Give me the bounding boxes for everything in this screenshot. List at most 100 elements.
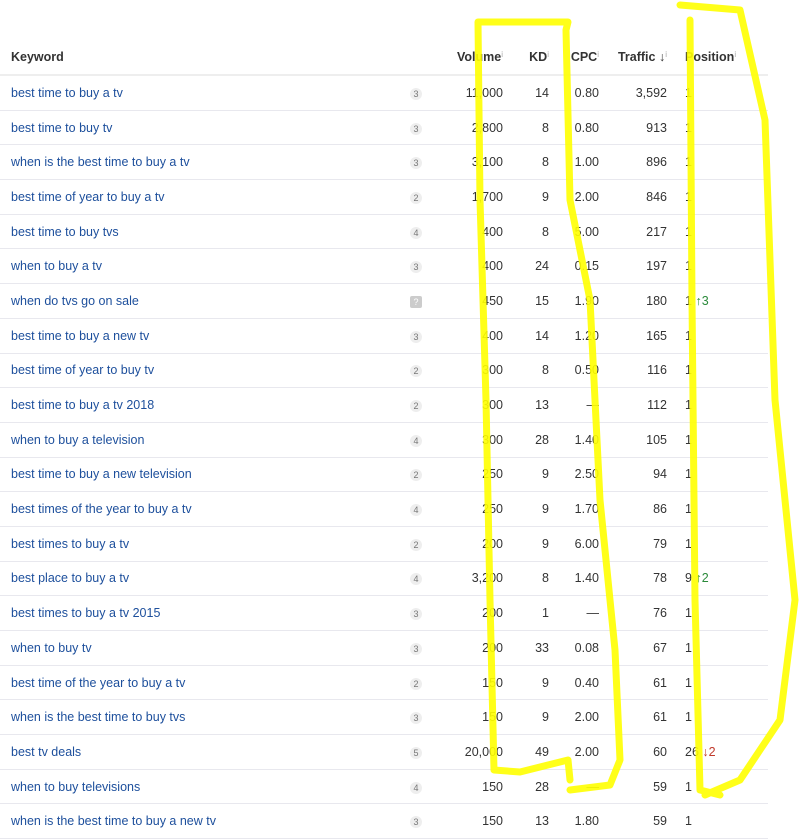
serp-features-badge[interactable]: 2 [410,400,422,413]
header-volume[interactable]: Volumei [432,39,504,76]
keyword-link[interactable]: best times to buy a tv 2015 [11,606,160,620]
keyword-link[interactable]: when to buy a television [11,433,144,447]
volume-cell: 1,700 [432,179,504,215]
volume-cell: 300 [432,387,504,423]
traffic-cell: 217 [600,214,668,250]
header-traffic[interactable]: Traffic ↓i [600,39,668,76]
header-kd[interactable]: KDi [504,39,550,76]
keyword-link[interactable]: best time of the year to buy a tv [11,676,185,690]
serp-features-badge[interactable]: 2 [410,677,422,690]
table-header: Keyword Volumei KDi CPCi Traffic ↓i Posi… [0,39,768,76]
cpc-cell: 2.00 [550,179,600,215]
cpc-cell: 1.70 [550,491,600,527]
serp-features-badge[interactable]: 4 [410,226,422,239]
volume-cell: 3,200 [432,561,504,597]
keyword-link[interactable]: best time of year to buy tv [11,363,154,377]
keyword-link[interactable]: best time to buy a new tv [11,329,149,343]
position-value: 1 [685,85,692,100]
traffic-cell: 76 [600,595,668,631]
serp-features-badge[interactable]: 4 [410,781,422,794]
keyword-link[interactable]: best time to buy a new television [11,467,192,481]
header-position[interactable]: Positioni [668,39,768,76]
serp-features-badge[interactable]: 5 [410,746,422,759]
cpc-cell: 6.00 [550,526,600,562]
serp-features-badge[interactable]: 2 [410,538,422,551]
table-row: best time to buy tv 3 2,800 8 0.80 913 1 [0,110,768,146]
position-value: 1 [685,432,692,447]
keyword-link[interactable]: best times to buy a tv [11,537,129,551]
keyword-link[interactable]: when to buy televisions [11,780,140,794]
traffic-cell: 59 [600,769,668,805]
serp-features-badge[interactable]: 3 [410,157,422,170]
keyword-link[interactable]: best time to buy tvs [11,225,119,239]
kd-cell: 8 [504,214,550,250]
traffic-cell: 59 [600,803,668,839]
info-icon[interactable]: i [547,50,549,59]
cpc-cell: 0.08 [550,630,600,666]
serp-features-badge[interactable]: 3 [410,642,422,655]
info-icon[interactable]: i [501,50,503,59]
keyword-link[interactable]: when is the best time to buy tvs [11,710,185,724]
serp-features-badge[interactable]: 3 [410,330,422,343]
serp-features-badge[interactable]: 4 [410,434,422,447]
table-row: best time to buy a tv 3 11,000 14 0.80 3… [0,75,768,111]
info-icon[interactable]: i [665,50,667,59]
serp-features-badge[interactable]: 4 [410,504,422,517]
table-row: best times to buy a tv 2 200 9 6.00 79 1 [0,526,768,562]
kd-cell: 24 [504,248,550,285]
header-cpc[interactable]: CPCi [550,39,600,76]
position-value: 1 [685,328,692,343]
keyword-link[interactable]: best time to buy a tv [11,86,123,100]
traffic-cell: 94 [600,457,668,493]
serp-features-badge[interactable]: 3 [410,712,422,725]
keyword-link[interactable]: when do tvs go on sale [11,294,139,308]
table-row: best time of the year to buy a tv 2 150 … [0,665,768,701]
keyword-link[interactable]: when is the best time to buy a new tv [11,814,216,828]
keyword-link[interactable]: when to buy tv [11,641,92,655]
cpc-cell: 2.50 [550,457,600,493]
traffic-cell: 61 [600,699,668,736]
table-row: when is the best time to buy a tv 3 3,10… [0,144,768,181]
traffic-cell: 913 [600,110,668,146]
table-row: best times of the year to buy a tv 4 250… [0,491,768,527]
keyword-link[interactable]: best time to buy a tv 2018 [11,398,154,412]
serp-features-badge[interactable]: 3 [410,608,422,621]
keyword-link[interactable]: best time of year to buy a tv [11,190,165,204]
position-value: 1 [685,779,692,794]
volume-cell: 300 [432,422,504,458]
keyword-link[interactable]: when is the best time to buy a tv [11,155,190,169]
keyword-link[interactable]: best time to buy tv [11,121,112,135]
kd-cell: 8 [504,353,550,389]
serp-features-badge[interactable]: 3 [410,816,422,829]
serp-features-badge[interactable]: 2 [410,365,422,378]
kd-cell: 9 [504,491,550,527]
serp-features-badge[interactable]: 3 [410,122,422,135]
keyword-link[interactable]: best times of the year to buy a tv [11,502,192,516]
table-row: best time to buy a tv 2018 2 300 13 — 11… [0,387,768,423]
volume-cell: 400 [432,214,504,250]
serp-features-badge[interactable]: 3 [410,87,422,100]
info-icon[interactable]: i [597,50,599,59]
volume-cell: 150 [432,665,504,701]
serp-features-badge[interactable]: 2 [410,469,422,482]
kd-cell: 9 [504,457,550,493]
volume-cell: 3,100 [432,144,504,181]
position-value: 1 [685,467,692,482]
position-value: 1 [685,536,692,551]
serp-features-badge[interactable]: 3 [410,261,422,274]
position-value: 1 [685,293,692,308]
header-keyword[interactable]: Keyword [0,39,390,76]
kd-cell: 13 [504,803,550,839]
position-value: 1 [685,640,692,655]
info-icon[interactable]: i [734,50,736,59]
serp-features-badge[interactable]: ? [410,295,422,308]
cpc-cell: 1.80 [550,803,600,839]
keyword-link[interactable]: best tv deals [11,745,81,759]
serp-features-badge[interactable]: 4 [410,573,422,586]
keyword-link[interactable]: best place to buy a tv [11,571,129,585]
keyword-link[interactable]: when to buy a tv [11,259,102,273]
cpc-cell: 0.80 [550,110,600,146]
position-value: 1 [685,189,692,204]
serp-features-badge[interactable]: 2 [410,191,422,204]
volume-cell: 400 [432,248,504,285]
